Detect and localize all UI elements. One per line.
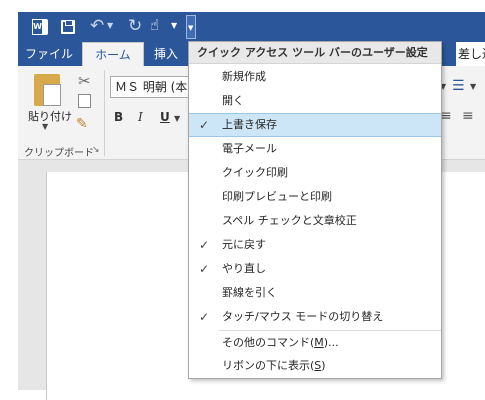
underline-dropdown-icon[interactable]: ▼ bbox=[174, 114, 180, 123]
menu-item-label: 元に戻す bbox=[222, 238, 266, 251]
chevron-down-icon: ▼ bbox=[188, 24, 194, 32]
check-icon: ✓ bbox=[199, 238, 210, 252]
accelerator-key: M bbox=[314, 336, 324, 349]
check-icon: ✓ bbox=[199, 310, 210, 324]
menu-item-show-below-ribbon[interactable]: リボンの下に表示(S) bbox=[189, 354, 441, 378]
menu-item-redo[interactable]: ✓ やり直し bbox=[189, 257, 441, 281]
dialog-launcher-icon[interactable]: ↘ bbox=[92, 145, 100, 155]
tab-insert[interactable]: 挿入 bbox=[146, 42, 186, 66]
paste-dropdown-icon[interactable]: ▼ bbox=[42, 122, 48, 131]
clipboard-group-label: クリップボード bbox=[24, 148, 94, 159]
bold-button[interactable]: B bbox=[114, 110, 123, 124]
label-prefix: リボンの下に表示( bbox=[222, 359, 315, 372]
label-suffix: ) bbox=[321, 359, 326, 372]
paste-icon[interactable] bbox=[34, 74, 61, 106]
format-painter-icon[interactable]: ✎ bbox=[76, 116, 88, 132]
menu-item-label: 開く bbox=[222, 94, 244, 107]
tab-home[interactable]: ホーム bbox=[82, 42, 144, 67]
customize-qat-menu: クイック アクセス ツール バーのユーザー設定 新規作成 開く ✓ 上書き保存 … bbox=[188, 41, 442, 379]
menu-item-save[interactable]: ✓ 上書き保存 bbox=[189, 113, 441, 137]
menu-item-undo[interactable]: ✓ 元に戻す bbox=[189, 233, 441, 257]
menu-item-touch-mode[interactable]: ✓ タッチ/マウス モードの切り替え bbox=[189, 305, 441, 329]
touch-mode-icon[interactable]: ☝ bbox=[150, 16, 159, 34]
check-icon: ✓ bbox=[199, 118, 210, 132]
menu-item-label: 罫線を引く bbox=[222, 286, 277, 299]
list-dropdown-icon[interactable]: ▼ bbox=[470, 82, 476, 91]
quick-access-toolbar: W ↶ ▼ ↻ ☝ ▼ ▼ bbox=[18, 12, 485, 42]
group-divider bbox=[104, 70, 105, 156]
word-app-icon[interactable]: W bbox=[32, 19, 48, 35]
menu-item-spelling[interactable]: スペル チェックと文章校正 bbox=[189, 209, 441, 233]
undo-icon[interactable]: ↶ bbox=[90, 16, 104, 36]
menu-item-label: 電子メール bbox=[222, 142, 277, 155]
menu-item-label: クイック印刷 bbox=[222, 166, 288, 179]
menu-item-new[interactable]: 新規作成 bbox=[189, 65, 441, 89]
label-suffix: )... bbox=[323, 336, 339, 349]
menu-item-quick-print[interactable]: クイック印刷 bbox=[189, 161, 441, 185]
word-app-letter: W bbox=[32, 19, 43, 35]
menu-item-more-commands[interactable]: その他のコマンド(M)... bbox=[189, 331, 441, 355]
menu-title: クイック アクセス ツール バーのユーザー設定 bbox=[189, 42, 441, 64]
tab-mailings[interactable]: 差し込 bbox=[456, 42, 485, 66]
menu-item-label: リボンの下に表示(S) bbox=[222, 354, 326, 378]
numbered-list-icon[interactable]: ☰ bbox=[452, 78, 465, 94]
underline-button[interactable]: U bbox=[160, 110, 170, 124]
paste-button-label[interactable]: 貼り付け bbox=[28, 108, 72, 124]
check-icon: ✓ bbox=[199, 262, 210, 276]
copy-icon[interactable] bbox=[78, 94, 91, 108]
italic-button[interactable]: I bbox=[138, 110, 143, 124]
menu-item-label: 新規作成 bbox=[222, 70, 266, 83]
menu-item-label: タッチ/マウス モードの切り替え bbox=[222, 310, 384, 323]
menu-item-draw-table[interactable]: 罫線を引く bbox=[189, 281, 441, 305]
menu-item-label: 印刷プレビューと印刷 bbox=[222, 190, 332, 203]
undo-dropdown-icon[interactable]: ▼ bbox=[107, 21, 113, 30]
menu-item-print-preview[interactable]: 印刷プレビューと印刷 bbox=[189, 185, 441, 209]
redo-icon[interactable]: ↻ bbox=[128, 16, 142, 36]
menu-item-email[interactable]: 電子メール bbox=[189, 137, 441, 161]
menu-item-open[interactable]: 開く bbox=[189, 89, 441, 113]
menu-item-label: スペル チェックと文章校正 bbox=[222, 214, 357, 227]
save-icon[interactable] bbox=[61, 20, 75, 34]
menu-item-label: 上書き保存 bbox=[222, 118, 277, 131]
cut-icon[interactable]: ✂ bbox=[78, 72, 91, 90]
menu-item-label: やり直し bbox=[222, 262, 266, 275]
label-prefix: その他のコマンド( bbox=[222, 336, 315, 349]
menu-item-label: その他のコマンド(M)... bbox=[222, 331, 339, 355]
tab-file[interactable]: ファイル bbox=[18, 42, 80, 66]
touch-mode-dropdown-icon[interactable]: ▼ bbox=[171, 21, 177, 30]
customize-qat-button[interactable]: ▼ bbox=[186, 15, 196, 39]
align-right-icon[interactable]: ≡ bbox=[462, 108, 474, 124]
